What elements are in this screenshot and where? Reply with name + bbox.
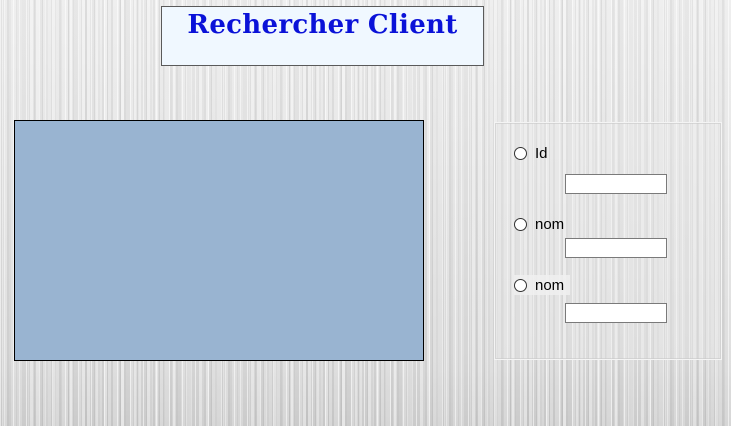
radio-option-nom-2[interactable]: nom [514, 275, 571, 295]
results-panel[interactable] [14, 120, 424, 361]
radio-label-nom-1: nom [535, 215, 565, 233]
radio-button-nom-2[interactable] [514, 278, 527, 292]
radio-label-id: Id [535, 144, 548, 162]
radio-button-id[interactable] [514, 146, 527, 160]
radio-label-nom-2: nom [535, 276, 565, 294]
search-options-group: Id nom nom [494, 122, 722, 360]
nom-input-1[interactable] [565, 238, 667, 258]
title-box: Rechercher Client [161, 6, 484, 66]
radio-option-id[interactable]: Id [514, 143, 548, 163]
radio-option-nom-1[interactable]: nom [514, 214, 564, 234]
id-input[interactable] [565, 174, 667, 194]
nom-input-2[interactable] [565, 303, 667, 323]
radio-button-nom-1[interactable] [514, 217, 527, 231]
page-title: Rechercher Client [187, 10, 458, 40]
